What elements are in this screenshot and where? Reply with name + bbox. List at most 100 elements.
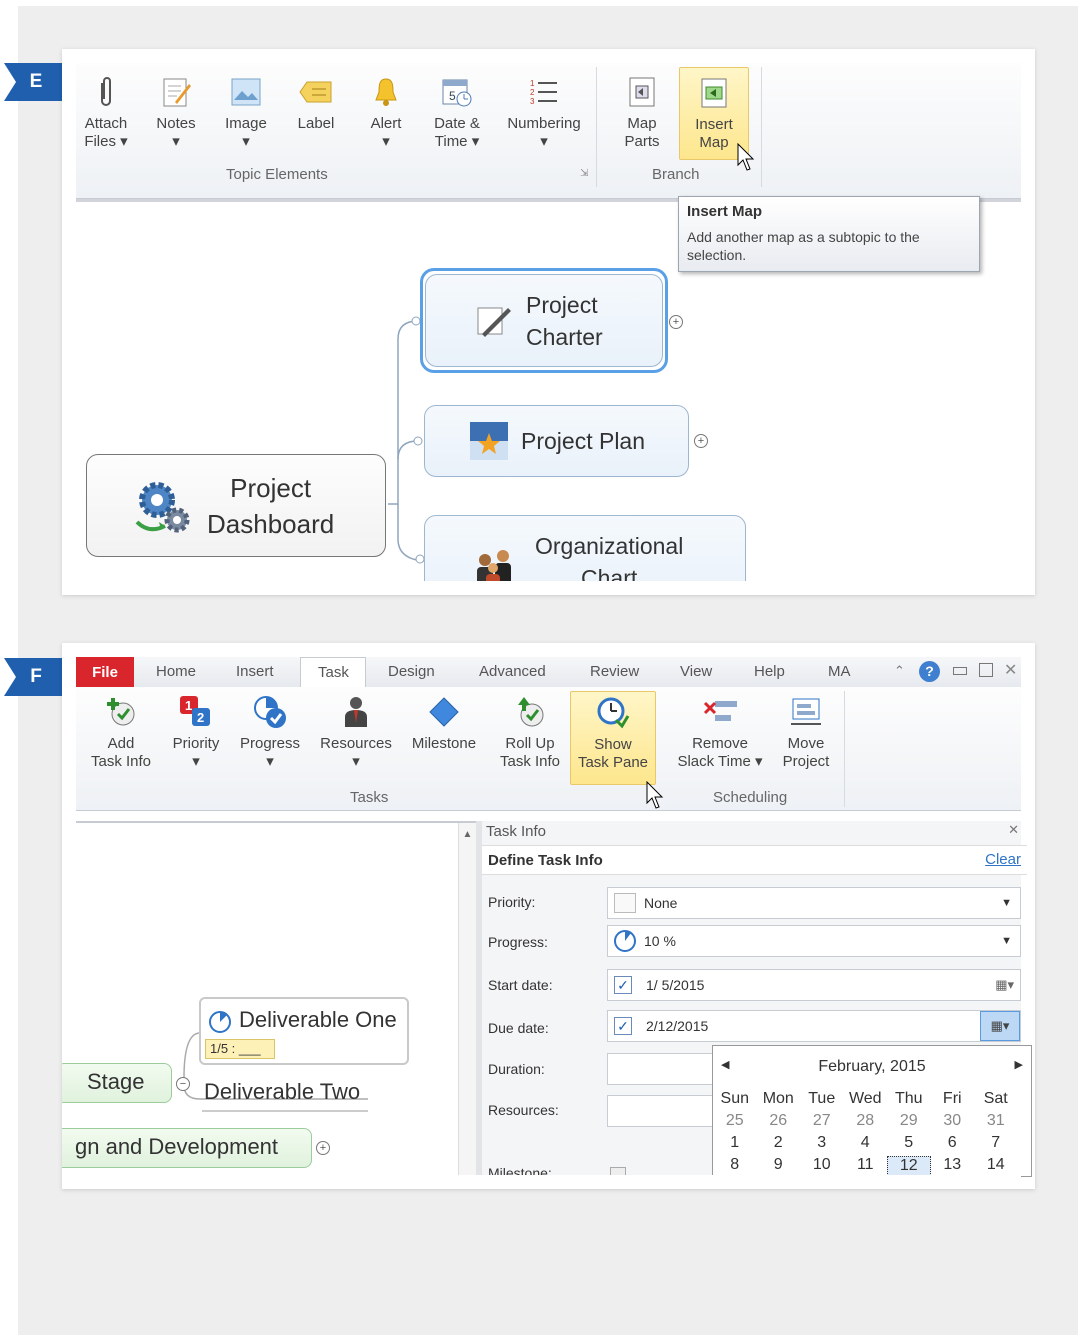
- topic-deliverable-two[interactable]: Deliverable Two: [204, 1079, 360, 1105]
- calendar-day[interactable]: 6: [931, 1134, 975, 1152]
- calendar-month-title: February, 2015: [818, 1058, 926, 1075]
- chevron-down-icon: ▼: [1001, 935, 1012, 947]
- calendar-day[interactable]: 8: [713, 1156, 757, 1176]
- calendar-dropdown-active-icon[interactable]: ▦▾: [980, 1011, 1020, 1041]
- help-icon[interactable]: ?: [919, 661, 940, 682]
- tab-advanced[interactable]: Advanced: [479, 663, 546, 680]
- calendar-day[interactable]: 3: [800, 1134, 844, 1152]
- next-month-arrow-icon[interactable]: ▶: [1015, 1058, 1023, 1071]
- progress-ring-icon: [614, 930, 636, 952]
- topic-dashboard-line1: Project: [230, 472, 312, 503]
- topic-stage[interactable]: Stage: [62, 1063, 172, 1103]
- diamond-icon: [427, 695, 461, 729]
- calendar-day[interactable]: 1: [713, 1134, 757, 1152]
- topic-project-charter[interactable]: Project Charter: [425, 274, 663, 367]
- weekday-wed: Wed: [848, 1090, 882, 1107]
- expand-toggle-design[interactable]: +: [316, 1141, 330, 1155]
- tab-view[interactable]: View: [680, 663, 712, 680]
- calendar-dropdown-icon[interactable]: ▦▾: [995, 977, 1014, 993]
- progress-clock-icon: [209, 1011, 231, 1033]
- add-task-info-button[interactable]: Add Task Info: [82, 695, 160, 771]
- weekday-mon: Mon: [762, 1090, 794, 1107]
- tab-review[interactable]: Review: [590, 663, 639, 680]
- tab-file[interactable]: File: [76, 657, 134, 687]
- tab-file-label: File: [92, 663, 118, 681]
- remove-slack-time-button[interactable]: Remove Slack Time ▾: [670, 695, 770, 771]
- start-date-checkbox[interactable]: ✓: [614, 976, 632, 994]
- expand-toggle-plan[interactable]: +: [694, 434, 708, 448]
- remove-slack-label: Remove: [692, 735, 748, 752]
- calendar-day-selected[interactable]: 12: [887, 1156, 931, 1176]
- topic-deliverable-one[interactable]: Deliverable One 1/5 : ___: [199, 997, 409, 1065]
- calendar-day[interactable]: 4: [844, 1134, 888, 1152]
- panel-e-screenshot: Attach Files ▾ Notes ▾ Image ▾ Label Ale…: [62, 49, 1035, 595]
- expand-toggle-charter[interactable]: +: [669, 315, 683, 329]
- milestone-button[interactable]: Milestone: [406, 695, 482, 753]
- add-task-info-sub: Task Info: [90, 753, 152, 770]
- map-canvas[interactable]: ▲ Deliverable One 1/5 : ___ Stage − Deli…: [62, 821, 476, 1177]
- topic-design-development[interactable]: gn and Development: [62, 1128, 312, 1168]
- calendar-day[interactable]: 26: [757, 1112, 801, 1130]
- priority-dropdown-field[interactable]: None ▼: [607, 887, 1021, 919]
- tab-task[interactable]: Task: [300, 657, 366, 688]
- calendar-day[interactable]: 25: [713, 1112, 757, 1130]
- minimize-icon[interactable]: [953, 667, 967, 675]
- scroll-up-arrow-icon[interactable]: ▲: [459, 829, 476, 840]
- duration-label: Duration:: [488, 1061, 545, 1077]
- svg-text:1: 1: [185, 698, 192, 713]
- priority-button[interactable]: 12 Priority ▾: [168, 695, 224, 771]
- calendar-day[interactable]: 7: [974, 1134, 1018, 1152]
- section-tag-f: F: [4, 658, 62, 696]
- start-date-field[interactable]: ✓ 1/ 5/2015 ▦▾: [607, 969, 1021, 1001]
- topic-project-dashboard[interactable]: Project Dashboard: [86, 454, 386, 557]
- close-pane-icon[interactable]: ✕: [1008, 822, 1019, 838]
- show-task-pane-button[interactable]: Show Task Pane: [570, 691, 656, 785]
- calendar-day[interactable]: 11: [844, 1156, 888, 1176]
- move-project-button[interactable]: Move Project: [776, 695, 836, 771]
- close-icon[interactable]: ✕: [1004, 660, 1017, 680]
- due-date-checkbox[interactable]: ✓: [614, 1017, 632, 1035]
- section-tag-f-label: F: [30, 666, 42, 687]
- due-date-field[interactable]: ✓ 2/12/2015 ▦▾: [607, 1010, 1021, 1042]
- clear-link[interactable]: Clear: [985, 851, 1021, 868]
- tab-home[interactable]: Home: [156, 663, 196, 680]
- star-image-icon: [470, 422, 508, 460]
- topic-project-plan[interactable]: Project Plan: [424, 405, 689, 477]
- tab-help[interactable]: Help: [754, 663, 785, 680]
- calendar-day[interactable]: 14: [974, 1156, 1018, 1176]
- ribbon-task: Add Task Info 12 Priority ▾ Progress ▾ R…: [76, 687, 1021, 811]
- collapse-toggle-stage[interactable]: −: [176, 1077, 190, 1091]
- collapse-ribbon-icon[interactable]: ⌃: [894, 663, 905, 679]
- notes-pencil-icon: [477, 307, 511, 337]
- weekday-sun: Sun: [720, 1090, 749, 1107]
- weekday-fri: Fri: [942, 1090, 962, 1107]
- mouse-pointer-icon: [646, 781, 664, 809]
- design-dev-text: gn and Development: [75, 1134, 279, 1159]
- progress-button[interactable]: Progress ▾: [236, 695, 304, 771]
- roll-up-task-info-button[interactable]: Roll Up Task Info: [492, 695, 568, 771]
- calendar-day[interactable]: 31: [974, 1112, 1018, 1130]
- resources-field[interactable]: [607, 1095, 717, 1127]
- calendar-day[interactable]: 2: [757, 1134, 801, 1152]
- resources-button[interactable]: Resources ▾: [316, 695, 396, 771]
- calendar-day[interactable]: 27: [800, 1112, 844, 1130]
- calendar-day[interactable]: 10: [800, 1156, 844, 1176]
- show-task-pane-label: Show: [594, 736, 632, 753]
- tab-insert[interactable]: Insert: [236, 663, 274, 680]
- duration-field[interactable]: [607, 1053, 717, 1085]
- gears-icon: [135, 481, 190, 532]
- restore-icon[interactable]: [979, 663, 993, 677]
- vertical-scrollbar[interactable]: ▲: [458, 823, 476, 1177]
- account-menu[interactable]: MA: [828, 663, 851, 680]
- calendar-day[interactable]: 5: [887, 1134, 931, 1152]
- progress-dropdown-field[interactable]: 10 % ▼: [607, 925, 1021, 957]
- calendar-day[interactable]: 29: [887, 1112, 931, 1130]
- calendar-day[interactable]: 28: [844, 1112, 888, 1130]
- calendar-day[interactable]: 9: [757, 1156, 801, 1176]
- section-tag-e: E: [4, 63, 62, 101]
- calendar-day[interactable]: 13: [931, 1156, 975, 1176]
- roll-up-label: Roll Up: [505, 735, 555, 752]
- calendar-day[interactable]: 30: [931, 1112, 975, 1130]
- priority-swatch: [614, 893, 636, 913]
- tab-design[interactable]: Design: [388, 663, 435, 680]
